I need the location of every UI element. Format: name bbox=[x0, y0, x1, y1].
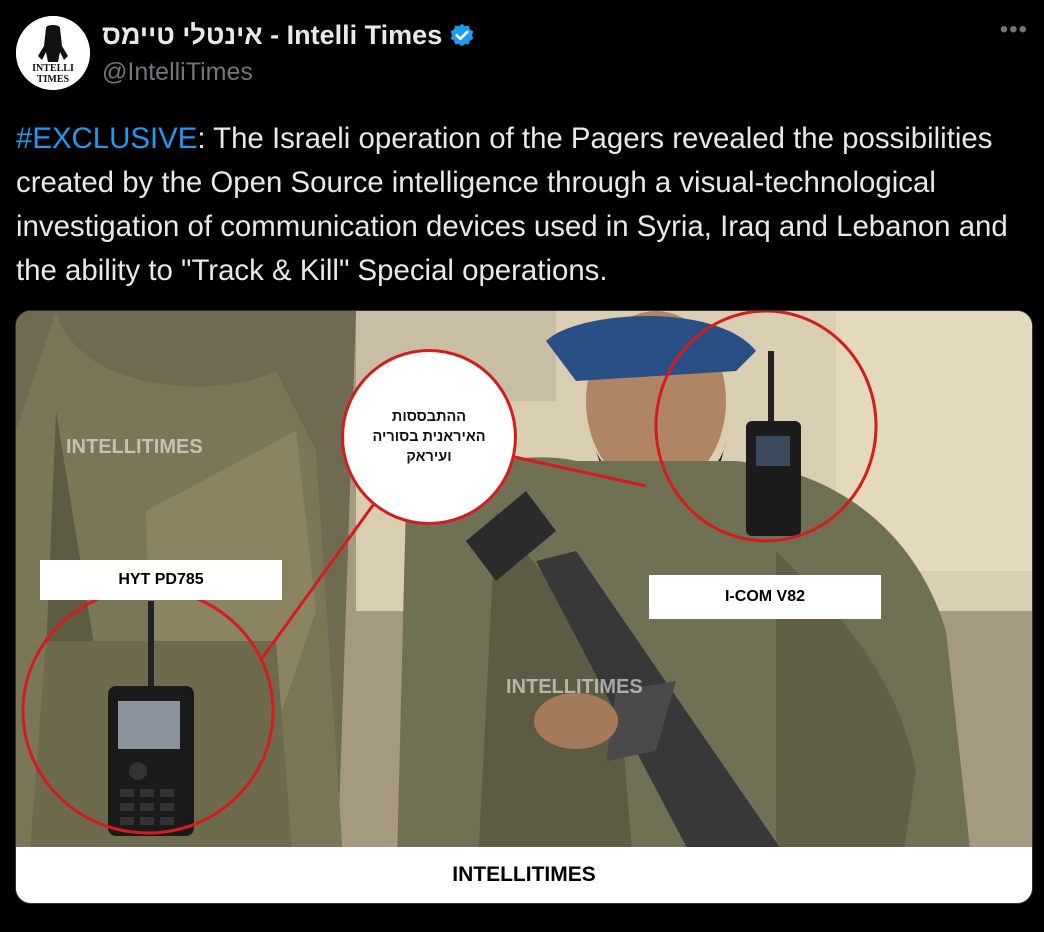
author-display-name[interactable]: אינטלי טיימס - Intelli Times bbox=[102, 20, 442, 51]
author-handle[interactable]: @IntelliTimes bbox=[102, 58, 253, 87]
bubble-line-1: ההתבססות bbox=[391, 409, 467, 425]
verified-badge-icon bbox=[448, 22, 476, 50]
tweet-media-image[interactable]: INTELLITIMES INTELLITIMES ההתבססות האירא… bbox=[15, 310, 1033, 904]
avatar[interactable]: INTELLI TIMES bbox=[16, 16, 90, 90]
more-options-icon[interactable]: ••• bbox=[1000, 16, 1028, 44]
bubble-line-3: ועיראק bbox=[406, 449, 452, 465]
avatar-text-line1: INTELLI bbox=[32, 63, 74, 74]
watermark-center: INTELLITIMES bbox=[506, 676, 643, 698]
image-caption: INTELLITIMES bbox=[16, 847, 1032, 903]
hashtag-link[interactable]: #EXCLUSIVE bbox=[16, 122, 197, 155]
bubble-line-2: האיראנית בסוריה bbox=[372, 429, 486, 445]
annotation-bubble: ההתבססות האיראנית בסוריה ועיראק bbox=[341, 349, 517, 525]
avatar-logo: INTELLI TIMES bbox=[16, 16, 90, 90]
device-label-icom: I-COM V82 bbox=[649, 575, 881, 619]
avatar-text-line2: TIMES bbox=[37, 74, 70, 85]
device-label-hyt: HYT PD785 bbox=[40, 560, 282, 600]
author-name-row: אינטלי טיימס - Intelli Times bbox=[102, 20, 476, 51]
tweet-text: #EXCLUSIVE: The Israeli operation of the… bbox=[16, 117, 1032, 293]
watermark-left: INTELLITIMES bbox=[66, 436, 203, 458]
